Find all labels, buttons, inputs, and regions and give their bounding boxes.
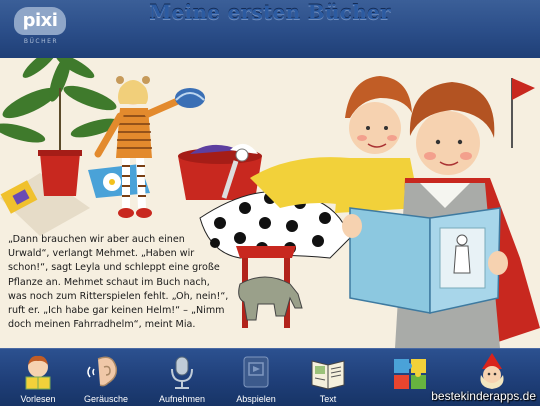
sounds-button[interactable]: Geräusche — [72, 351, 140, 405]
story-text: „Dann brauchen wir aber auch einen Urwal… — [8, 234, 229, 331]
play-label: Abspielen — [236, 394, 276, 404]
reading-child-icon — [25, 355, 51, 390]
record-label: Aufnehmen — [158, 394, 206, 404]
watermark: bestekinderapps.de — [431, 389, 536, 403]
text-label: Text — [319, 394, 337, 404]
page-title: Meine ersten Bücher — [149, 0, 391, 24]
gnome-icon — [480, 353, 504, 389]
puzzle-icon — [394, 359, 426, 389]
top-bar: pixi BÜCHER Meine ersten Bücher — [0, 0, 540, 60]
read-aloud-button[interactable]: Vorlesen — [4, 351, 72, 405]
play-button[interactable]: Abspielen — [222, 351, 290, 405]
book-text-icon — [311, 360, 345, 390]
ear-icon — [87, 356, 118, 387]
read-aloud-label: Vorlesen — [20, 394, 56, 404]
sounds-label: Geräusche — [83, 394, 129, 404]
record-button[interactable]: Aufnehmen — [148, 351, 216, 405]
story-page[interactable]: „Dann brauchen wir aber auch einen Urwal… — [0, 58, 540, 348]
text-button[interactable]: Text — [294, 351, 362, 405]
microphone-icon — [171, 356, 193, 389]
play-icon — [243, 356, 269, 388]
